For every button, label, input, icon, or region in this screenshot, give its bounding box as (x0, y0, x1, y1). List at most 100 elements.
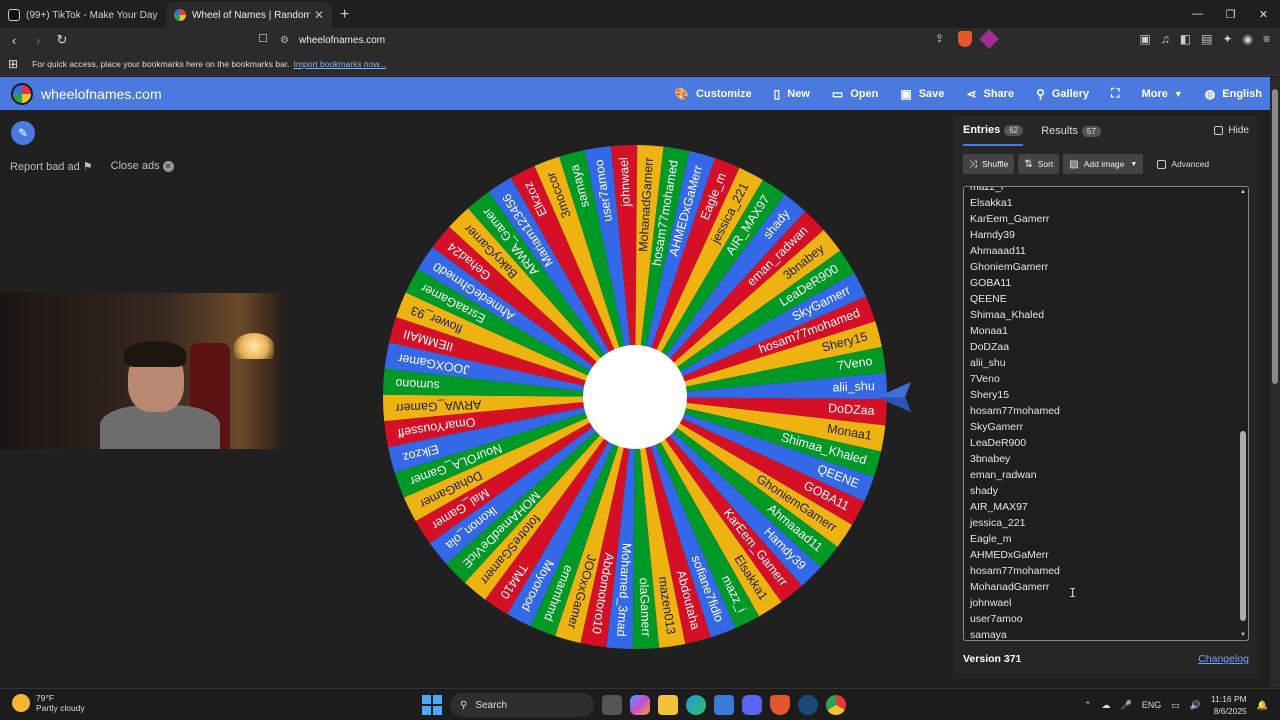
gallery-button[interactable]: ⚲ Gallery (1036, 87, 1089, 101)
page-scrollbar-thumb[interactable] (1272, 89, 1278, 384)
entry-line: GhoniemGamerr (970, 261, 1049, 273)
task-view-icon[interactable] (602, 695, 622, 715)
page-scrollbar[interactable] (1270, 77, 1280, 687)
new-button[interactable]: ▯ New (774, 87, 810, 101)
version-label: Version 371 (963, 653, 1022, 665)
main-menu: 🎨 Customize ▯ New ▭ Open ▣ Save ⋖ Share ⚲ Gall… (652, 77, 1262, 110)
minimize-icon[interactable]: — (1181, 8, 1214, 20)
wallet-icon[interactable]: ▤ (1201, 32, 1212, 46)
windows-start-icon[interactable] (422, 695, 442, 715)
bookmark-icon[interactable]: ☐ (258, 32, 268, 45)
wheel-svg[interactable]: alii_shuDoDZaaMonaa1Shimaa_KhaledQEENEGO… (379, 141, 891, 653)
wheel-segment-label: sumono (395, 376, 440, 393)
restore-icon[interactable]: ❐ (1214, 8, 1247, 21)
new-tab-icon[interactable]: + (340, 6, 349, 24)
entry-line: AHMEDxGaMerr (970, 549, 1049, 561)
edge-icon[interactable] (686, 695, 706, 715)
sidebar-icon[interactable]: ◧ (1180, 32, 1191, 46)
changelog-link[interactable]: Changelog (1198, 653, 1249, 665)
hide-toggle[interactable]: Hide (1214, 125, 1249, 136)
edit-pencil-icon[interactable]: ✎ (11, 121, 35, 145)
tab-search-icon[interactable]: ▣ (1139, 32, 1150, 46)
tab-results[interactable]: Results 57 (1041, 116, 1101, 146)
tab-entries[interactable]: Entries 62 (963, 116, 1024, 146)
tray-chevron-icon[interactable]: ⌃ (1084, 700, 1092, 711)
scroll-up-icon[interactable]: ▲ (1239, 189, 1247, 195)
clock[interactable]: 11:16 PM 8/6/2025 (1211, 693, 1247, 717)
site-info-icon[interactable]: ⚙ (280, 35, 289, 46)
copilot-icon[interactable] (630, 695, 650, 715)
apps-grid-icon[interactable]: ⊞ (8, 57, 18, 71)
reload-icon[interactable]: ↻ (52, 32, 72, 48)
chrome-icon[interactable] (826, 695, 846, 715)
results-count-badge: 57 (1081, 125, 1101, 137)
site-name[interactable]: wheelofnames.com (41, 86, 162, 102)
taskbar-search[interactable]: ⚲ Search (450, 693, 594, 717)
more-button[interactable]: More ▼ (1142, 88, 1183, 100)
hide-checkbox[interactable] (1214, 126, 1224, 135)
leo-ai-icon[interactable]: ✦ (1222, 32, 1232, 46)
new-file-icon: ▯ (773, 86, 781, 101)
customize-label: Customize (696, 87, 752, 100)
scroll-down-icon[interactable]: ▼ (1239, 632, 1247, 638)
tab-wheel-of-names[interactable]: Wheel of Names | Random name picker ✕ (166, 2, 332, 28)
entries-actions: ⤨ Shuffle ⇅ Sort ▨ Add image ▼ Advanced (963, 154, 1209, 174)
mic-icon[interactable]: 🎤 (1121, 700, 1132, 711)
save-button[interactable]: ▣ Save (900, 87, 944, 101)
customize-button[interactable]: 🎨 Customize (674, 87, 752, 101)
add-image-button[interactable]: ▨ Add image ▼ (1063, 154, 1144, 174)
results-tab-label: Results (1041, 125, 1078, 137)
brave-shield-icon[interactable] (958, 31, 972, 47)
advanced-toggle[interactable]: Advanced (1157, 159, 1209, 169)
fullscreen-button[interactable]: ⛶ (1111, 86, 1119, 101)
notifications-icon[interactable]: 🔔 (1257, 700, 1268, 711)
wheel-logo-icon[interactable] (11, 82, 33, 105)
address-bar[interactable]: ⚙ wheelofnames.com (280, 30, 1000, 50)
close-window-icon[interactable]: ✕ (1247, 8, 1280, 21)
back-icon[interactable]: ‹ (4, 33, 24, 48)
entry-line: AIR_MAX97 (970, 501, 1028, 513)
shuffle-button[interactable]: ⤨ Shuffle (963, 154, 1015, 174)
entries-textarea[interactable]: mazz_i Elsakka1 KarEem_Gamerr Hamdy39 Ahmaaa… (963, 186, 1249, 641)
lamp-shape (234, 333, 274, 359)
network-icon[interactable]: ▭ (1171, 700, 1180, 711)
store-icon[interactable] (714, 695, 734, 715)
name-wheel[interactable]: alii_shu DoDZaa Monaa1 Shimaa_Khaled QEENE GO… (379, 141, 891, 653)
url-text: wheelofnames.com (298, 34, 386, 46)
language-button[interactable]: ◍ English (1205, 87, 1262, 101)
wheel-center[interactable] (583, 345, 687, 449)
advanced-label: Advanced (1171, 159, 1210, 169)
discord-icon[interactable] (742, 695, 762, 715)
open-label: Open (850, 87, 879, 100)
close-tab-icon[interactable]: ✕ (314, 8, 324, 22)
more-label: More (1141, 87, 1168, 100)
weather-widget[interactable]: 79°F Partly cloudy (12, 693, 85, 713)
vpn-icon[interactable]: ◉ (1243, 32, 1253, 46)
globe-icon: ◍ (1204, 86, 1216, 101)
sort-button[interactable]: ⇅ Sort (1018, 154, 1060, 174)
open-button[interactable]: ▭ Open (832, 87, 878, 101)
input-language[interactable]: ENG (1142, 700, 1162, 710)
entries-scrollbar-thumb[interactable] (1240, 431, 1246, 621)
onedrive-icon[interactable]: ☁ (1102, 700, 1111, 711)
import-bookmarks-link[interactable]: Import bookmarks now... (294, 59, 387, 69)
tab-tiktok[interactable]: (99+) TikTok - Make Your Day (0, 2, 166, 28)
share-page-icon[interactable]: ⇪ (935, 32, 944, 45)
entry-line: 7Veno (970, 373, 1000, 385)
share-button[interactable]: ⋖ Share (966, 87, 1014, 101)
ads-controls: Report bad ad ⚑ Close ads ✕ (10, 160, 174, 173)
brave-icon[interactable] (770, 695, 790, 715)
media-icon[interactable]: ♫ (1161, 32, 1170, 46)
entries-scrollbar[interactable]: ▲ ▼ (1239, 189, 1247, 638)
save-icon: ▣ (900, 86, 912, 101)
entry-line: GOBA11 (970, 277, 1012, 289)
close-ads-button[interactable]: Close ads ✕ (111, 160, 174, 173)
advanced-checkbox[interactable] (1157, 159, 1167, 169)
file-explorer-icon[interactable] (658, 695, 678, 715)
volume-icon[interactable]: 🔊 (1190, 700, 1201, 711)
steam-icon[interactable] (798, 695, 818, 715)
report-bad-ad-button[interactable]: Report bad ad ⚑ (10, 160, 93, 173)
entry-line: shady (970, 485, 999, 497)
menu-icon[interactable]: ≡ (1263, 32, 1270, 46)
forward-icon[interactable]: › (28, 33, 48, 48)
